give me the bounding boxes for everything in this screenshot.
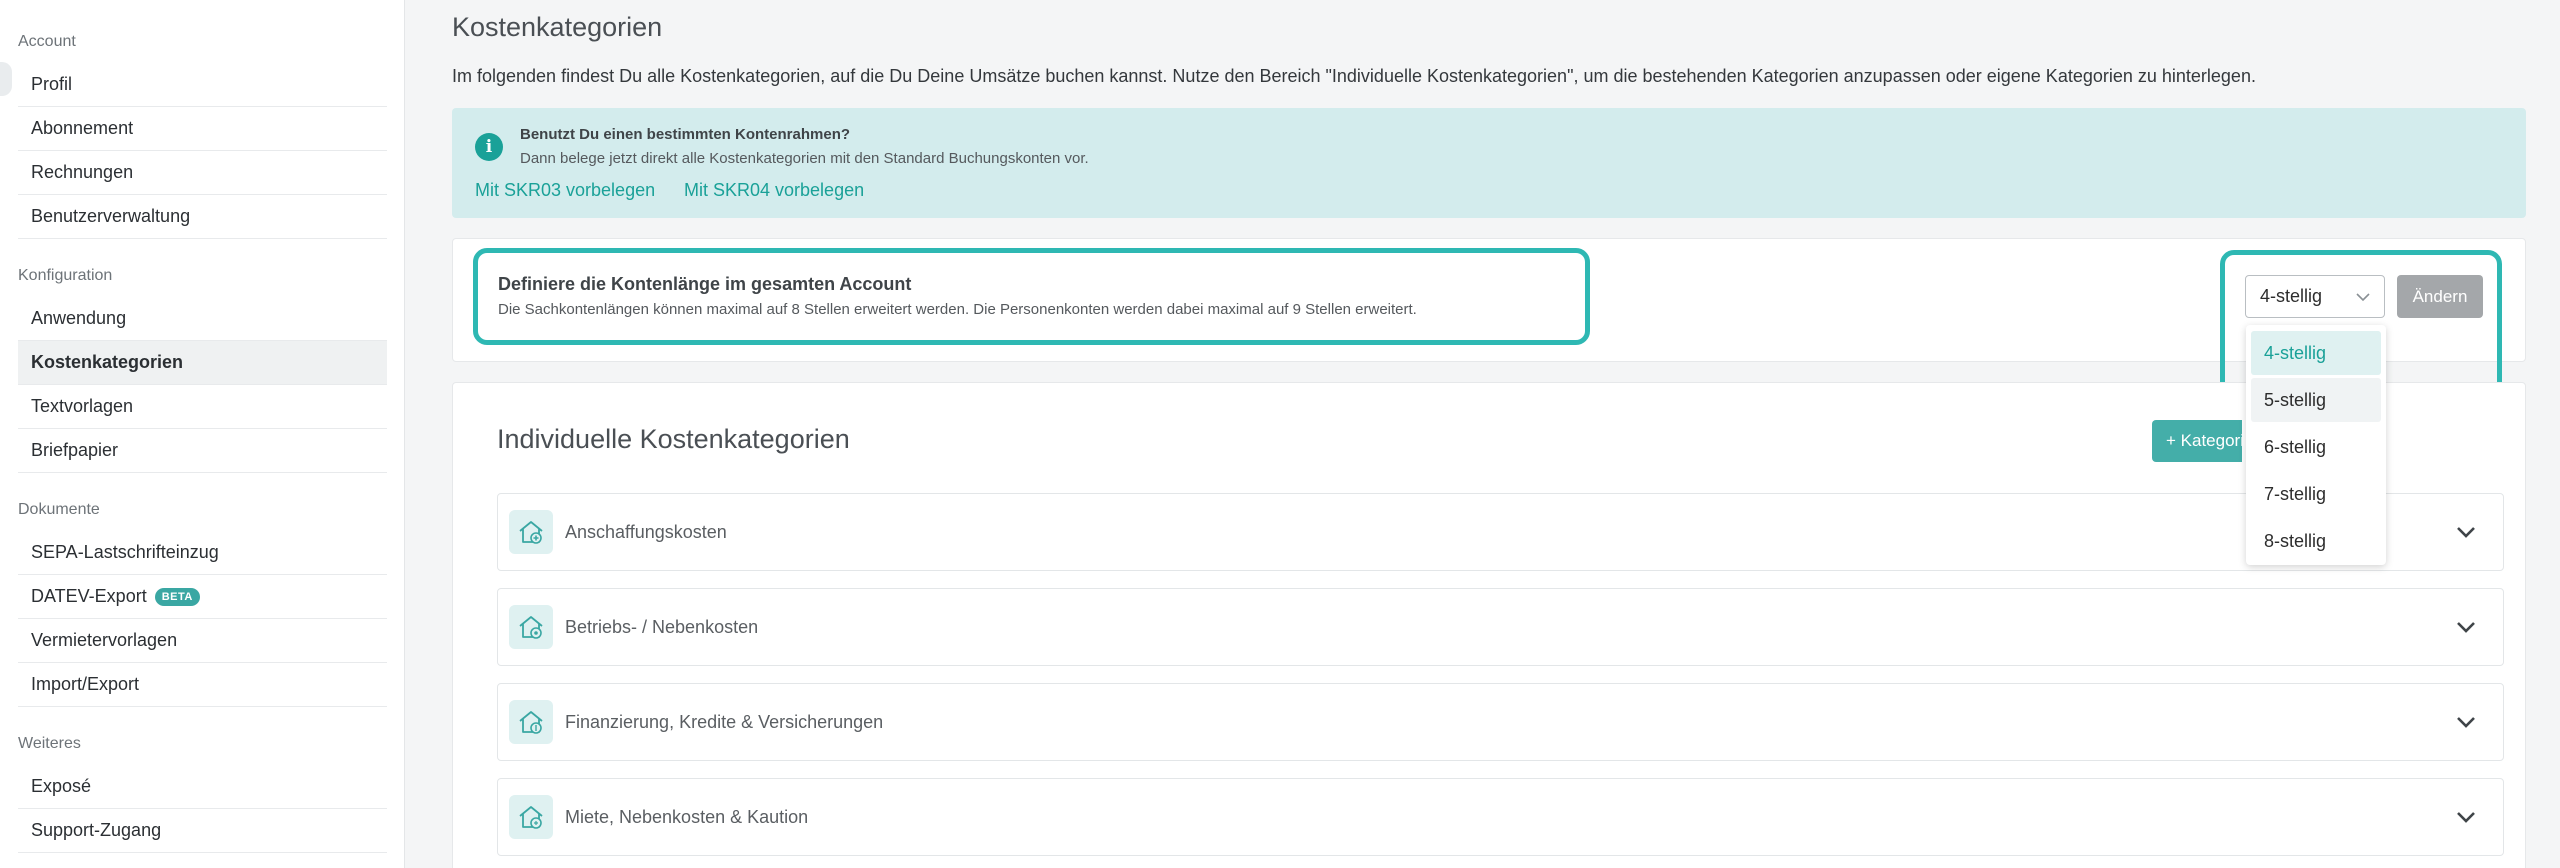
sidebar-item-profil[interactable]: Profil bbox=[18, 63, 387, 107]
chevron-down-icon bbox=[2455, 524, 2477, 545]
house-coin-icon bbox=[509, 700, 553, 744]
dropdown-option-8-stellig[interactable]: 8-stellig bbox=[2251, 519, 2381, 563]
kontenlaenge-dropdown: 4-stellig 5-stellig 6-stellig 7-stellig … bbox=[2246, 325, 2386, 565]
beta-badge: BETA bbox=[154, 587, 200, 606]
chevron-down-icon bbox=[2455, 714, 2477, 735]
category-row-miete-nebenkosten-kaution[interactable]: Miete, Nebenkosten & Kaution bbox=[497, 778, 2504, 856]
sidebar-item-rechnungen[interactable]: Rechnungen bbox=[18, 151, 387, 195]
aendern-button[interactable]: Ändern bbox=[2397, 275, 2483, 318]
page-description: Im folgenden findest Du alle Kostenkateg… bbox=[452, 66, 2256, 86]
category-label: Anschaffungskosten bbox=[565, 522, 727, 542]
sidebar-item-datev-export[interactable]: DATEV-Export BETA bbox=[18, 575, 387, 619]
category-row-betriebs-nebenkosten[interactable]: Betriebs- / Nebenkosten bbox=[497, 588, 2504, 666]
chevron-down-icon bbox=[2455, 619, 2477, 640]
category-label: Betriebs- / Nebenkosten bbox=[565, 617, 759, 637]
house-gear-icon bbox=[509, 605, 553, 649]
sidebar-item-vermietervorlagen[interactable]: Vermietervorlagen bbox=[18, 619, 387, 663]
page-title: Kostenkategorien bbox=[452, 12, 663, 42]
sidebar-item-anwendung[interactable]: Anwendung bbox=[18, 297, 387, 341]
info-text: Dann belege jetzt direkt alle Kostenkate… bbox=[520, 150, 1089, 167]
sidebar: Account Profil Abonnement Rechnungen Ben… bbox=[0, 0, 405, 868]
sidebar-item-expose[interactable]: Exposé bbox=[18, 765, 387, 809]
section-title-account: Account bbox=[18, 33, 76, 50]
info-title: Benutzt Du einen bestimmten Kontenrahmen… bbox=[520, 126, 851, 143]
kontenlaenge-title: Definiere die Kontenlänge im gesamten Ac… bbox=[498, 274, 912, 294]
house-plus-icon bbox=[509, 510, 553, 554]
section-title-dokumente: Dokumente bbox=[18, 501, 100, 518]
add-kategorie-button[interactable]: + Kategorie bbox=[2152, 420, 2242, 462]
skr04-link[interactable]: Mit SKR04 vorbelegen bbox=[684, 180, 864, 201]
sidebar-item-benutzerverwaltung[interactable]: Benutzerverwaltung bbox=[18, 195, 387, 239]
kontenlaenge-select[interactable]: 4-stellig bbox=[2245, 275, 2385, 318]
select-value: 4-stellig bbox=[2260, 286, 2323, 306]
info-icon: i bbox=[475, 133, 503, 161]
category-label: Finanzierung, Kredite & Versicherungen bbox=[565, 712, 884, 732]
dropdown-option-5-stellig[interactable]: 5-stellig bbox=[2251, 378, 2381, 422]
section-title-konfiguration: Konfiguration bbox=[18, 267, 113, 284]
individuelle-title: Individuelle Kostenkategorien bbox=[497, 424, 850, 454]
dropdown-option-6-stellig[interactable]: 6-stellig bbox=[2251, 425, 2381, 469]
sidebar-item-sepa[interactable]: SEPA-Lastschrifteinzug bbox=[18, 531, 387, 575]
dropdown-option-4-stellig[interactable]: 4-stellig bbox=[2251, 331, 2381, 375]
sidebar-item-support-zugang[interactable]: Support-Zugang bbox=[18, 809, 387, 853]
kontenrahmen-info-box: i Benutzt Du einen bestimmten Kontenrahm… bbox=[452, 108, 2526, 218]
sidebar-item-import-export[interactable]: Import/Export bbox=[18, 663, 387, 707]
sidebar-collapse-handle[interactable] bbox=[0, 62, 12, 96]
chevron-down-icon bbox=[2455, 809, 2477, 830]
sidebar-item-textvorlagen[interactable]: Textvorlagen bbox=[18, 385, 387, 429]
chevron-down-icon bbox=[2354, 288, 2372, 311]
section-title-weiteres: Weiteres bbox=[18, 735, 81, 752]
dropdown-option-7-stellig[interactable]: 7-stellig bbox=[2251, 472, 2381, 516]
sidebar-item-label: DATEV-Export bbox=[31, 586, 147, 606]
category-row-finanzierung[interactable]: Finanzierung, Kredite & Versicherungen bbox=[497, 683, 2504, 761]
sidebar-item-abonnement[interactable]: Abonnement bbox=[18, 107, 387, 151]
kontenlaenge-text: Die Sachkontenlängen können maximal auf … bbox=[498, 301, 1417, 318]
sidebar-item-kostenkategorien[interactable]: Kostenkategorien bbox=[18, 341, 387, 385]
highlight-kontenlaenge-text bbox=[473, 248, 1590, 345]
sidebar-item-briefpapier[interactable]: Briefpapier bbox=[18, 429, 387, 473]
skr03-link[interactable]: Mit SKR03 vorbelegen bbox=[475, 180, 655, 201]
category-row-anschaffungskosten[interactable]: Anschaffungskosten bbox=[497, 493, 2504, 571]
house-key-icon bbox=[509, 795, 553, 839]
category-label: Miete, Nebenkosten & Kaution bbox=[565, 807, 809, 827]
